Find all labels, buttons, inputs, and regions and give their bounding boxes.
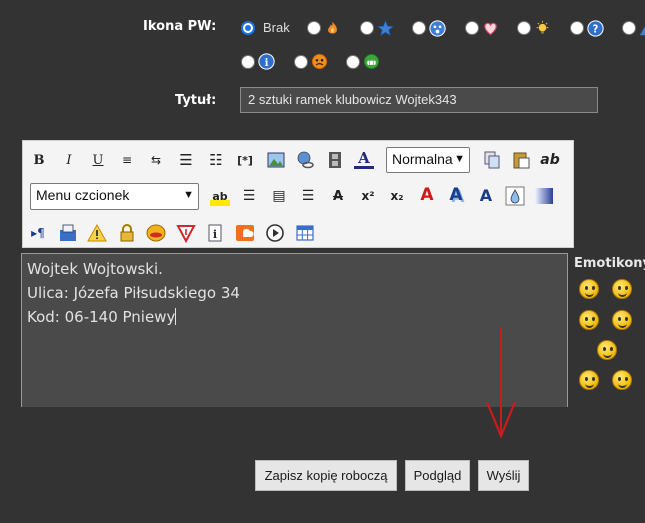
alert-triangle-icon[interactable]: [176, 223, 196, 243]
align-right-icon[interactable]: ☰: [298, 186, 318, 206]
chevron-down-icon: ▼: [454, 153, 465, 165]
shadow-text-icon[interactable]: A: [446, 185, 466, 205]
icon-radio-info[interactable]: [241, 55, 255, 69]
superscript-icon[interactable]: x²: [358, 186, 378, 206]
icon-radio-heart[interactable]: [465, 21, 479, 35]
numbered-list-icon[interactable]: ☷: [206, 150, 226, 170]
question-icon: ?: [587, 20, 604, 37]
send-button[interactable]: Wyślij: [478, 460, 529, 491]
icon-radio-surprised[interactable]: [412, 21, 426, 35]
icon-radio-fire[interactable]: [307, 21, 321, 35]
image-icon[interactable]: [266, 150, 286, 170]
info-icon: i: [258, 53, 275, 70]
format-select-value: Normalna: [392, 151, 453, 167]
fire-icon: [328, 21, 337, 34]
warning-icon[interactable]: [87, 223, 107, 243]
font-select-value: Menu czcionek: [36, 187, 130, 203]
bold-icon[interactable]: B: [29, 150, 49, 170]
confused-emoticon-icon[interactable]: [612, 310, 632, 330]
editor-toolbar: B I U ≡ ⇆ ☰ ☷ [*] A Normalna ▼ ab Menu c…: [22, 140, 574, 248]
table-icon[interactable]: [295, 223, 315, 243]
link-icon[interactable]: [295, 150, 315, 170]
warning-icon: [639, 26, 645, 36]
spoiler-icon[interactable]: [146, 223, 166, 243]
align-center-icon[interactable]: ☰: [239, 186, 259, 206]
format-select[interactable]: Normalna ▼: [386, 147, 470, 173]
text-cursor: [175, 308, 177, 325]
heart-icon: [484, 22, 497, 36]
annotation-arrow-icon: [485, 401, 517, 439]
message-editor[interactable]: Wojtek Wojtowski. Ulica: Józefa Piłsudsk…: [21, 253, 568, 413]
icon-radio-warning[interactable]: [622, 21, 636, 35]
svg-text:i: i: [213, 228, 217, 241]
quote-icon[interactable]: [58, 223, 78, 243]
surprised-face-icon: [429, 20, 446, 37]
icon-radio-bulb[interactable]: [517, 21, 531, 35]
indent-icon[interactable]: ⇆: [146, 150, 166, 170]
icon-radio-star[interactable]: [360, 21, 374, 35]
soundcloud-icon[interactable]: [235, 223, 255, 243]
svg-text:i: i: [265, 57, 269, 69]
emoticons-title: Emotikony: [574, 256, 645, 271]
info-box-icon[interactable]: i: [205, 223, 225, 243]
line-height-icon[interactable]: ≡: [117, 150, 137, 170]
save-draft-button[interactable]: Zapisz kopię roboczą: [255, 460, 397, 491]
svg-text:?: ?: [593, 24, 599, 35]
align-justify-icon[interactable]: ▤: [269, 186, 289, 206]
innocent-emoticon-icon[interactable]: [597, 340, 617, 360]
tongue-emoticon-icon[interactable]: [579, 370, 599, 390]
grin-emoticon-icon[interactable]: [612, 279, 632, 299]
lightbulb-icon: [536, 20, 549, 34]
wink-emoticon-icon[interactable]: [612, 370, 632, 390]
copy-icon[interactable]: [482, 150, 502, 170]
strikethrough-icon[interactable]: A: [328, 186, 348, 206]
icon-radio-question[interactable]: [570, 21, 584, 35]
font-color-icon[interactable]: A: [354, 149, 374, 169]
icon-radio-grin[interactable]: [346, 55, 360, 69]
lock-icon[interactable]: [117, 223, 137, 243]
play-icon[interactable]: [265, 223, 285, 243]
bullet-list-icon[interactable]: ☰: [176, 150, 196, 170]
preview-button[interactable]: Podgląd: [405, 460, 470, 491]
subscript-icon[interactable]: x₂: [387, 186, 407, 206]
smile-emoticon-icon[interactable]: [579, 279, 599, 299]
grin-face-icon: [363, 53, 380, 70]
angry-face-icon: [311, 53, 328, 70]
underline-icon[interactable]: U: [88, 150, 108, 170]
icon-none-label: Brak: [263, 20, 290, 35]
paste-icon[interactable]: [511, 150, 531, 170]
editor-line-text: Kod: 06-140 Pniewy: [27, 308, 176, 326]
title-input[interactable]: 2 sztuki ramek klubowicz Wojtek343: [240, 87, 598, 113]
shocked-emoticon-icon[interactable]: [579, 310, 599, 330]
gradient-icon[interactable]: [534, 186, 554, 206]
video-icon[interactable]: [325, 150, 345, 170]
editor-line: Ulica: Józefa Piłsudskiego 34: [27, 284, 240, 302]
icon-label: Ikona PW:: [143, 19, 217, 34]
editor-line: Kod: 06-140 Pniewy: [27, 305, 562, 329]
paragraph-direction-icon[interactable]: ▸¶: [28, 223, 48, 243]
chevron-down-icon: ▼: [183, 189, 194, 201]
editor-line: Wojtek Wojtowski.: [27, 260, 163, 278]
glow-text-icon[interactable]: A: [417, 185, 437, 205]
icon-radio-none[interactable]: [241, 21, 255, 35]
title-label: Tytuł:: [175, 93, 217, 108]
icon-radio-angry[interactable]: [294, 55, 308, 69]
italic-icon[interactable]: I: [59, 150, 79, 170]
font-select[interactable]: Menu czcionek ▼: [30, 183, 199, 210]
transparency-icon[interactable]: [505, 186, 525, 206]
spellcheck-icon[interactable]: ab: [540, 150, 560, 170]
font-size-icon[interactable]: A: [476, 185, 496, 205]
highlight-icon[interactable]: ab: [210, 186, 230, 206]
list-item-icon[interactable]: [*]: [235, 150, 255, 170]
star-icon: [377, 20, 394, 37]
